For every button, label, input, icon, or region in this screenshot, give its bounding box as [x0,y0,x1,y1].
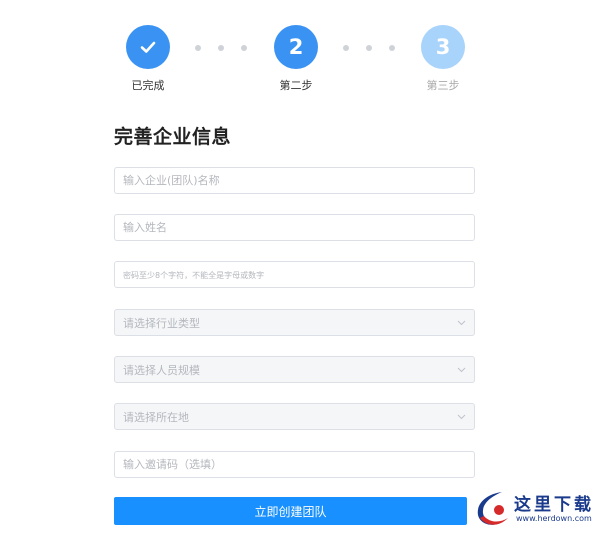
connector-dot [343,45,349,51]
location-select[interactable]: 请选择所在地 [114,403,475,430]
step-connector-1 [195,45,247,51]
password-input[interactable] [123,262,466,287]
full-name-input[interactable] [123,215,466,240]
location-select-value: 请选择所在地 [123,410,189,424]
company-name-field [114,167,475,194]
chevron-down-icon [456,412,466,422]
industry-select[interactable]: 请选择行业类型 [114,309,475,336]
check-icon [140,41,156,53]
company-name-input[interactable] [123,168,466,193]
step-2-circle: 2 [274,25,318,69]
invite-code-field [114,451,475,478]
step-pending: 3 第三步 [398,25,488,93]
staff-size-select-value: 请选择人员规模 [123,363,200,377]
step-3-label: 第三步 [426,79,460,92]
industry-select-value: 请选择行业类型 [123,316,200,330]
connector-dot [389,45,395,51]
step-2-label: 第二步 [279,79,313,92]
connector-dot [366,45,372,51]
password-field [114,261,475,288]
chevron-down-icon [456,365,466,375]
connector-dot [241,45,247,51]
full-name-field [114,214,475,241]
create-team-button[interactable]: 立即创建团队 [114,497,467,525]
step-completed: 已完成 [103,25,193,93]
chevron-down-icon [456,318,466,328]
connector-dot [218,45,224,51]
progress-stepper: 已完成 2 第二步 3 第三步 [0,0,600,100]
step-1-circle [126,25,170,69]
step-active: 2 第二步 [251,25,341,93]
connector-dot [195,45,201,51]
swoosh-logo-icon [477,492,508,525]
staff-size-select[interactable]: 请选择人员规模 [114,356,475,383]
site-watermark: 这里下载 www.herdown.com [470,486,598,532]
form-title: 完善企业信息 [114,126,232,148]
watermark-text: 这里下载 [514,495,594,515]
step-3-circle: 3 [421,25,465,69]
step-1-label: 已完成 [131,79,165,92]
invite-code-input[interactable] [123,452,466,477]
watermark-url: www.herdown.com [516,514,592,523]
step-connector-2 [343,45,395,51]
